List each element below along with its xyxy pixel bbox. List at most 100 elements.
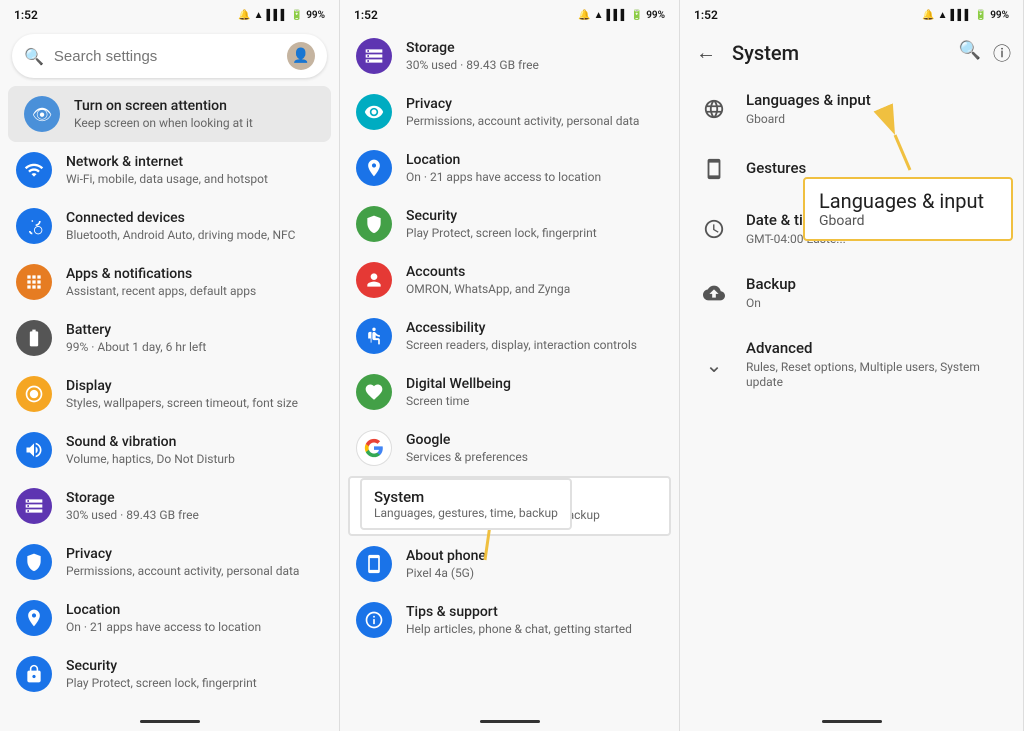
- connected-title: Connected devices: [66, 209, 323, 227]
- system-languages[interactable]: Languages & input Gboard: [680, 77, 1023, 141]
- time-2: 1:52: [354, 8, 378, 22]
- settings-item-apps[interactable]: Apps & notifications Assistant, recent a…: [0, 254, 339, 310]
- settings-list-1: 👁 Turn on screen attention Keep screen o…: [0, 86, 339, 712]
- panel-3: 1:52 🔔 ▲ ▌▌▌ 🔋 99% ← System 🔍 ⓘ Language…: [680, 0, 1024, 731]
- lang-callout-subtitle: Gboard: [819, 213, 997, 229]
- backup-title: Backup: [746, 275, 796, 295]
- display-icon: [16, 376, 52, 412]
- system-backup[interactable]: Backup On: [680, 261, 1023, 325]
- languages-title: Languages & input: [746, 91, 871, 111]
- sound-icon: [16, 432, 52, 468]
- search-input[interactable]: [54, 48, 287, 65]
- p2-tips-title: Tips & support: [406, 603, 663, 621]
- display-title: Display: [66, 377, 323, 395]
- settings-item-privacy[interactable]: Privacy Permissions, account activity, p…: [0, 534, 339, 590]
- p2-digital-wellbeing[interactable]: Digital Wellbeing Screen time: [340, 364, 679, 420]
- location-subtitle: On · 21 apps have access to location: [66, 620, 323, 636]
- status-icons-2: 🔔 ▲ ▌▌▌ 🔋 99%: [578, 10, 665, 21]
- battery-icon-2: 🔋: [631, 10, 643, 21]
- p2-accounts[interactable]: Accounts OMRON, WhatsApp, and Zynga: [340, 252, 679, 308]
- apps-title: Apps & notifications: [66, 265, 323, 283]
- search-bar[interactable]: 🔍 👤: [12, 34, 327, 78]
- location-title: Location: [66, 601, 323, 619]
- wifi-icon-3: ▲: [938, 10, 948, 21]
- wifi-icon: ▲: [254, 10, 264, 21]
- p2-tips-subtitle: Help articles, phone & chat, getting sta…: [406, 622, 663, 638]
- sound-title: Sound & vibration: [66, 433, 323, 451]
- p2-storage-title: Storage: [406, 39, 663, 57]
- panel-2: 1:52 🔔 ▲ ▌▌▌ 🔋 99% Storage 30% used · 89…: [340, 0, 680, 731]
- settings-item-battery[interactable]: Battery 99% · About 1 day, 6 hr left: [0, 310, 339, 366]
- bottom-indicator-2: [340, 712, 679, 731]
- cloud-upload-icon: [696, 282, 732, 304]
- p2-tips[interactable]: Tips & support Help articles, phone & ch…: [340, 592, 679, 648]
- location-icon: [16, 600, 52, 636]
- apps-icon: [16, 264, 52, 300]
- system-list: Languages & input Gboard Languages & inp…: [680, 77, 1023, 712]
- privacy-icon: [16, 544, 52, 580]
- battery-subtitle: 99% · About 1 day, 6 hr left: [66, 340, 323, 356]
- settings-item-connected[interactable]: Connected devices Bluetooth, Android Aut…: [0, 198, 339, 254]
- p2-privacy[interactable]: Privacy Permissions, account activity, p…: [340, 84, 679, 140]
- advanced-subtitle: Rules, Reset options, Multiple users, Sy…: [746, 360, 1007, 391]
- battery-icon-3: 🔋: [975, 10, 987, 21]
- settings-item-storage[interactable]: Storage 30% used · 89.43 GB free: [0, 478, 339, 534]
- settings-item-display[interactable]: Display Styles, wallpapers, screen timeo…: [0, 366, 339, 422]
- connected-subtitle: Bluetooth, Android Auto, driving mode, N…: [66, 228, 323, 244]
- network-subtitle: Wi-Fi, mobile, data usage, and hotspot: [66, 172, 323, 188]
- chevron-expand-icon: ⌄: [696, 353, 732, 377]
- help-toolbar-icon[interactable]: ⓘ: [993, 40, 1011, 66]
- alert-icon-3: 🔔: [922, 10, 934, 21]
- p2-privacy-subtitle: Permissions, account activity, personal …: [406, 114, 663, 130]
- lang-callout: Languages & input Gboard: [803, 177, 1013, 241]
- p2-google[interactable]: Google Services & preferences: [340, 420, 679, 476]
- privacy-subtitle: Permissions, account activity, personal …: [66, 564, 323, 580]
- p2-location[interactable]: Location On · 21 apps have access to loc…: [340, 140, 679, 196]
- p2-digital-title: Digital Wellbeing: [406, 375, 663, 393]
- backup-subtitle: On: [746, 296, 796, 312]
- advanced-title: Advanced: [746, 339, 1007, 359]
- system-callout: System Languages, gestures, time, backup: [360, 478, 572, 530]
- settings-item-location[interactable]: Location On · 21 apps have access to loc…: [0, 590, 339, 646]
- storage-title: Storage: [66, 489, 323, 507]
- search-toolbar-icon[interactable]: 🔍: [959, 40, 981, 66]
- settings-item-network[interactable]: Network & internet Wi-Fi, mobile, data u…: [0, 142, 339, 198]
- p2-digital-subtitle: Screen time: [406, 394, 663, 410]
- security-subtitle: Play Protect, screen lock, fingerprint: [66, 676, 323, 692]
- p2-accessibility[interactable]: Accessibility Screen readers, display, i…: [340, 308, 679, 364]
- p2-security[interactable]: Security Play Protect, screen lock, fing…: [340, 196, 679, 252]
- status-icons-1: 🔔 ▲ ▌▌▌ 🔋 99%: [238, 10, 325, 21]
- signal-icon: ▌▌▌: [266, 10, 287, 21]
- network-icon: [16, 152, 52, 188]
- network-title: Network & internet: [66, 153, 323, 171]
- p2-accessibility-title: Accessibility: [406, 319, 663, 337]
- sound-subtitle: Volume, haptics, Do Not Disturb: [66, 452, 323, 468]
- back-button[interactable]: ←: [692, 36, 720, 69]
- settings-item-screen-attention[interactable]: 👁 Turn on screen attention Keep screen o…: [8, 86, 331, 142]
- screen-attention-icon: 👁: [24, 96, 60, 132]
- time-1: 1:52: [14, 8, 38, 22]
- clock-icon: [696, 218, 732, 240]
- gestures-title: Gestures: [746, 159, 806, 179]
- toolbar-3: ← System 🔍 ⓘ: [680, 28, 1023, 77]
- status-bar-2: 1:52 🔔 ▲ ▌▌▌ 🔋 99%: [340, 0, 679, 28]
- p2-storage-subtitle: 30% used · 89.43 GB free: [406, 58, 663, 74]
- security-icon: [16, 656, 52, 692]
- connected-icon: [16, 208, 52, 244]
- lang-callout-title: Languages & input: [819, 189, 997, 213]
- p2-about[interactable]: About phone Pixel 4a (5G): [340, 536, 679, 592]
- search-icon: 🔍: [24, 47, 44, 66]
- p2-location-subtitle: On · 21 apps have access to location: [406, 170, 663, 186]
- display-subtitle: Styles, wallpapers, screen timeout, font…: [66, 396, 323, 412]
- p2-storage[interactable]: Storage 30% used · 89.43 GB free: [340, 28, 679, 84]
- system-advanced[interactable]: ⌄ Advanced Rules, Reset options, Multipl…: [680, 325, 1023, 405]
- settings-item-sound[interactable]: Sound & vibration Volume, haptics, Do No…: [0, 422, 339, 478]
- signal-icon-3: ▌▌▌: [950, 10, 971, 21]
- screen-attention-subtitle: Keep screen on when looking at it: [74, 116, 315, 132]
- system-callout-title: System: [374, 488, 558, 506]
- battery-pct-1: 99%: [306, 10, 325, 21]
- battery-settings-icon: [16, 320, 52, 356]
- settings-list-2: Storage 30% used · 89.43 GB free Privacy…: [340, 28, 679, 712]
- settings-item-security[interactable]: Security Play Protect, screen lock, fing…: [0, 646, 339, 702]
- status-bar-3: 1:52 🔔 ▲ ▌▌▌ 🔋 99%: [680, 0, 1023, 28]
